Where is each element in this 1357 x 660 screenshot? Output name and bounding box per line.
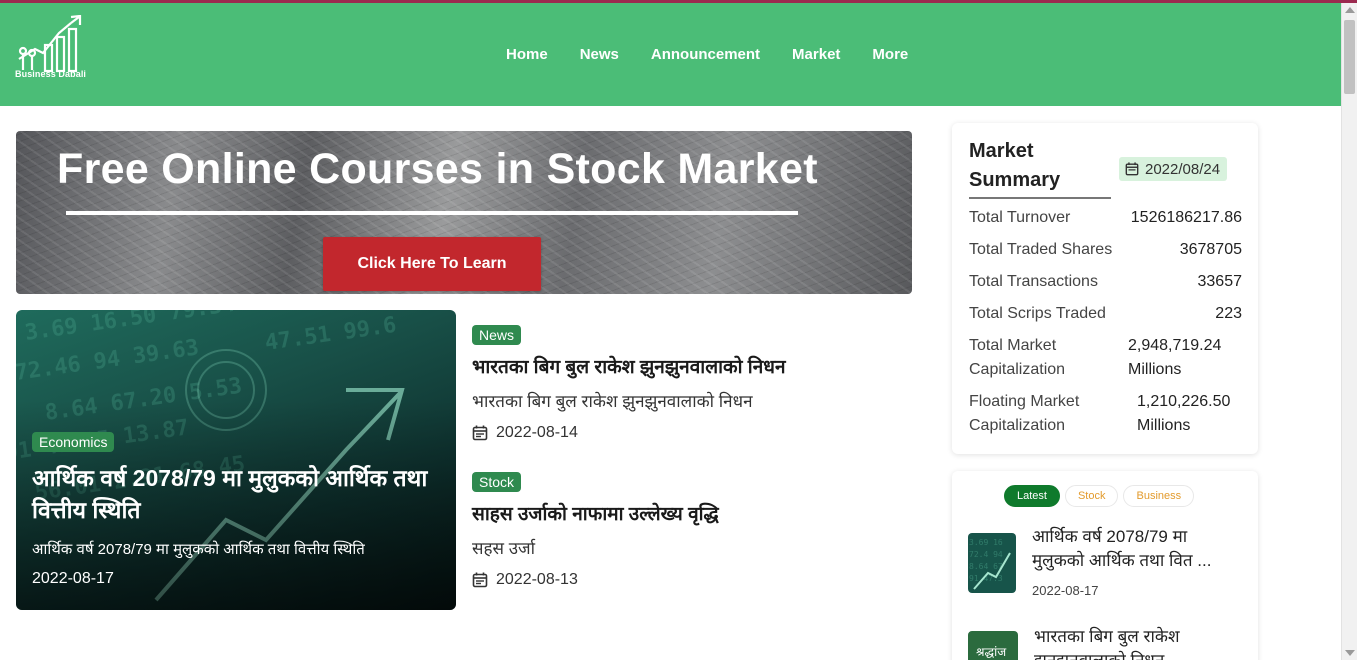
- tab-latest[interactable]: Latest: [1004, 485, 1060, 507]
- latest-date: 2022-08-17: [1032, 583, 1099, 598]
- scroll-thumb[interactable]: [1344, 20, 1355, 94]
- summary-label: Total Scrips Traded: [969, 305, 1106, 322]
- featured-date: 2022-08-17: [32, 570, 114, 587]
- nav-market[interactable]: Market: [776, 46, 856, 63]
- featured-title[interactable]: आर्थिक वर्ष 2078/79 मा मुलुकको आर्थिक तथ…: [32, 462, 442, 526]
- latest-tabs: Latest Stock Business: [1004, 485, 1195, 507]
- summary-value: 223: [1215, 305, 1242, 322]
- featured-article[interactable]: 3.69 16.50 79.34 72.46 94 39.63 8.64 67.…: [16, 310, 456, 610]
- summary-value: 3678705: [1179, 241, 1242, 258]
- category-badge[interactable]: News: [472, 325, 522, 345]
- course-banner[interactable]: Free Online Courses in Stock Market Clic…: [16, 131, 912, 294]
- news-date: 2022-08-14: [496, 424, 578, 441]
- tab-stock[interactable]: Stock: [1064, 485, 1119, 507]
- summary-value: 1526186217.86: [1130, 209, 1242, 226]
- title-underline: [969, 197, 1111, 199]
- latest-title[interactable]: आर्थिक वर्ष 2078/79 मा मुलुकको आर्थिक तथ…: [1032, 525, 1242, 573]
- news-title[interactable]: साहस उर्जाको नाफामा उल्लेख्य वृद्धि: [472, 500, 912, 526]
- news-subtitle: भारतका बिग बुल राकेश झुनझुनवालाको निधन: [472, 392, 753, 411]
- scroll-down-arrow-icon[interactable]: [1345, 650, 1355, 656]
- market-date-badge: 2022/08/24: [1119, 157, 1228, 181]
- news-list-item[interactable]: Stock साहस उर्जाको नाफामा उल्लेख्य वृद्ध…: [472, 472, 912, 589]
- summary-value: 33657: [1197, 273, 1243, 290]
- summary-label: Total Market Capitalization: [969, 337, 1066, 378]
- summary-label: Floating Market Capitalization: [969, 393, 1080, 434]
- vertical-scrollbar[interactable]: [1341, 3, 1357, 660]
- market-summary-title-line2: Summary: [969, 169, 1061, 191]
- summary-row: Total Market Capitalization 2,948,719.24…: [969, 334, 1242, 382]
- feature-image-overlay: [16, 310, 456, 610]
- summary-label: Total Traded Shares: [969, 241, 1113, 258]
- latest-title[interactable]: भारतका बिग बुल राकेश झुनझुनवालाको निधन: [1034, 625, 1244, 660]
- latest-thumbnail[interactable]: श्रद्धांज: [968, 631, 1018, 660]
- news-date-row: 2022-08-13: [472, 571, 912, 589]
- calendar-icon: [472, 425, 488, 441]
- summary-value: 1,210,226.50 Millions: [1137, 393, 1231, 434]
- summary-label: Total Turnover: [969, 209, 1071, 226]
- featured-subtitle: आर्थिक वर्ष 2078/79 मा मुलुकको आर्थिक तथ…: [32, 541, 365, 558]
- category-badge[interactable]: Economics: [32, 432, 115, 452]
- summary-value: 2,948,719.24 Millions: [1128, 337, 1222, 378]
- news-subtitle: सहस उर्जा: [472, 539, 536, 558]
- nav-announcement[interactable]: Announcement: [635, 46, 776, 63]
- news-date: 2022-08-13: [496, 571, 578, 588]
- calendar-icon: [472, 572, 488, 588]
- summary-label: Total Transactions: [969, 273, 1098, 290]
- latest-thumbnail[interactable]: 3.69 16 72.4 94 8.64 67 91 47.3: [968, 533, 1016, 593]
- banner-title: Free Online Courses in Stock Market: [57, 145, 818, 193]
- market-summary-title: Market Summary: [969, 137, 1111, 195]
- news-title[interactable]: भारतका बिग बुल राकेश झुनझुनवालाको निधन: [472, 353, 912, 379]
- svg-text:3.69 16: 3.69 16: [969, 538, 1003, 547]
- market-summary-card: Market Summary 2022/08/24 Total Turnover…: [952, 123, 1258, 454]
- banner-divider: [66, 211, 798, 215]
- market-summary-title-line1: Market: [969, 140, 1034, 162]
- market-date: 2022/08/24: [1145, 160, 1221, 178]
- latest-list-item[interactable]: श्रद्धांज भारतका बिग बुल राकेश झुनझुनवाल…: [968, 625, 1248, 660]
- category-badge[interactable]: Stock: [472, 472, 522, 492]
- stock-chart-thumbnail-image: 3.69 1672.4 948.64 6791 47.3: [968, 533, 1016, 593]
- main-nav: Home News Announcement Market More: [490, 3, 924, 106]
- svg-text:8.64 67: 8.64 67: [969, 562, 1003, 571]
- nav-news[interactable]: News: [564, 46, 635, 63]
- thumbnail-caption: श्रद्धांज: [976, 645, 1007, 659]
- scroll-up-arrow-icon[interactable]: [1345, 7, 1355, 13]
- nav-home[interactable]: Home: [490, 46, 564, 63]
- calendar-icon: [1125, 162, 1139, 176]
- svg-text:72.4 94: 72.4 94: [969, 550, 1003, 559]
- navbar: Business Dabali Home News Announcement M…: [0, 3, 1341, 106]
- latest-list-item[interactable]: 3.69 16 72.4 94 8.64 67 91 47.3 आर्थिक वर्ष…: [968, 525, 1248, 605]
- news-list-item[interactable]: News भारतका बिग बुल राकेश झुनझुनवालाको न…: [472, 325, 912, 442]
- nav-more[interactable]: More: [856, 46, 924, 63]
- logo-text: Business Dabali: [15, 69, 87, 79]
- summary-row: Floating Market Capitalization 1,210,226…: [969, 390, 1242, 438]
- news-date-row: 2022-08-14: [472, 424, 912, 442]
- latest-news-card: Latest Stock Business 3.69 16 72.4 94 8.64…: [952, 471, 1258, 660]
- tab-business[interactable]: Business: [1123, 485, 1195, 507]
- learn-button[interactable]: Click Here To Learn: [323, 237, 541, 291]
